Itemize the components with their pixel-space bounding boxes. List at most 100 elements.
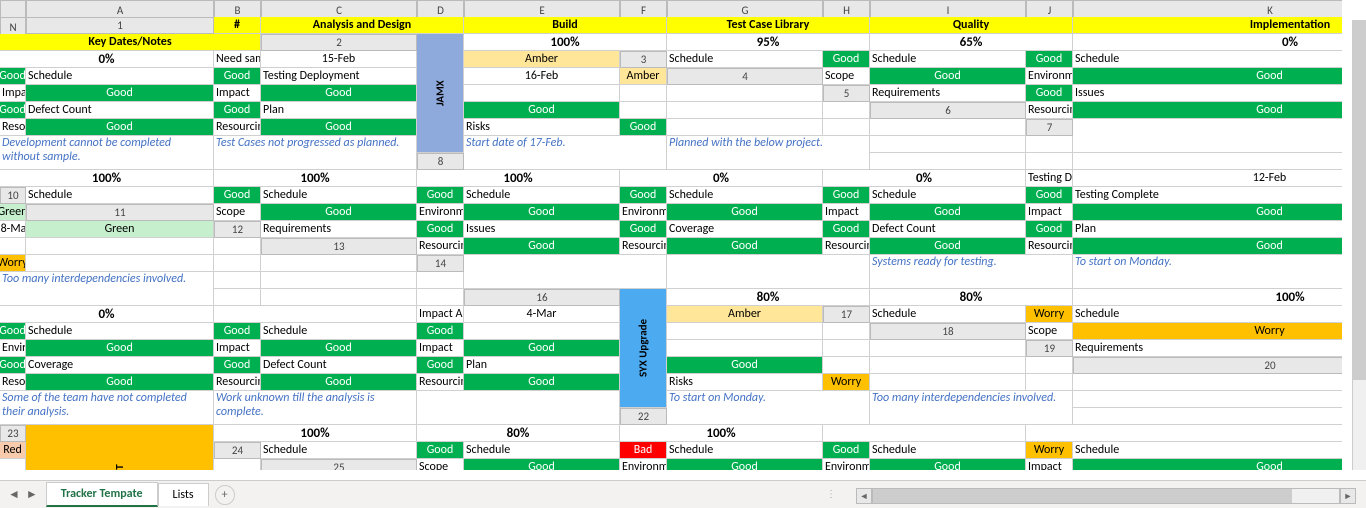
- worksheet-viewport[interactable]: ABCDEFGHIJKLMN1#Analysis and DesignBuild…: [0, 0, 1342, 470]
- row-header[interactable]: 2: [261, 34, 417, 51]
- row-header[interactable]: 7: [1026, 119, 1073, 136]
- metric-label: Impact: [214, 340, 261, 357]
- project-label-Rules XT: Rules XT: [26, 425, 214, 470]
- vertical-scroll-thumb[interactable]: [1353, 20, 1366, 380]
- metric-status: Good: [261, 340, 417, 357]
- empty-cell: [1073, 391, 1342, 408]
- keydate-status: [214, 238, 261, 255]
- metric-label: Schedule: [1073, 306, 1342, 323]
- keydate-status: [1073, 374, 1342, 391]
- horizontal-scroll-track[interactable]: [872, 488, 1340, 504]
- section-note: Systems ready for testing.: [870, 255, 1073, 289]
- row-header[interactable]: 1: [26, 17, 214, 34]
- keydate-date: [667, 323, 823, 340]
- metric-status: Good: [464, 204, 620, 221]
- section-header: Analysis and Design: [261, 17, 464, 34]
- tab-nav-controls[interactable]: ◄ ►: [0, 487, 46, 502]
- empty-cell: [1026, 153, 1073, 170]
- row-header[interactable]: 5: [823, 85, 870, 102]
- metric-label: Plan: [1073, 221, 1342, 238]
- section-note: Too many interdependencies involved.: [870, 391, 1073, 425]
- metric-label: Scope: [1026, 323, 1073, 340]
- metric-label: Requirements: [261, 221, 417, 238]
- row-header[interactable]: 22: [620, 408, 667, 425]
- keydate-status: [667, 85, 823, 102]
- metric-status: Worry: [1073, 323, 1342, 340]
- metric-label: Environment: [823, 459, 870, 470]
- percent-cell: 100%: [620, 425, 823, 442]
- row-header[interactable]: 23: [0, 425, 26, 442]
- metric-label: Resourcing: [417, 374, 464, 391]
- section-header-notes: Key Dates/Notes: [0, 34, 261, 51]
- percent-cell: 0%: [0, 306, 214, 323]
- metric-status: Good: [620, 221, 667, 238]
- row-header[interactable]: 3: [620, 51, 667, 68]
- scroll-left-button[interactable]: ◄: [856, 488, 872, 504]
- section-header: Build: [464, 17, 667, 34]
- metric-label: Impact: [417, 340, 464, 357]
- metric-label: Requirements: [1073, 340, 1342, 357]
- metric-status: Good: [870, 459, 1026, 470]
- metric-status: Good: [0, 323, 26, 340]
- keydate-date: [0, 459, 26, 470]
- scroll-right-button[interactable]: ►: [1340, 488, 1356, 504]
- row-header[interactable]: 4: [667, 68, 823, 85]
- metric-label: Schedule: [667, 442, 823, 459]
- metric-status: Good: [1073, 102, 1342, 119]
- tab-split-handle[interactable]: ⋮: [826, 487, 838, 500]
- vertical-scrollbar[interactable]: [1352, 20, 1366, 470]
- section-note: To start on Monday.: [667, 391, 870, 425]
- row-header[interactable]: 20: [1073, 357, 1342, 374]
- row-header[interactable]: 17: [823, 306, 870, 323]
- horizontal-scroll-thumb[interactable]: [873, 489, 1292, 503]
- metric-label: Plan: [261, 102, 417, 119]
- metric-status: Good: [823, 187, 870, 204]
- metric-status: Good: [464, 459, 620, 470]
- tab-prev-icon[interactable]: ◄: [8, 487, 20, 502]
- keydate-status: [261, 255, 417, 272]
- metric-label: Schedule: [1073, 51, 1342, 68]
- keydate-note: Testing Deployment: [1026, 170, 1073, 187]
- metric-label: Resourcing: [823, 238, 870, 255]
- metric-status: Good: [620, 119, 667, 136]
- keydate-status: [823, 102, 870, 119]
- metric-status: Good: [464, 340, 620, 357]
- keydate-date: 15-Feb: [261, 51, 417, 68]
- row-header[interactable]: 16: [464, 289, 620, 306]
- empty-cell: [214, 272, 261, 289]
- metric-status: Worry: [0, 255, 26, 272]
- row-header[interactable]: 6: [870, 102, 1026, 119]
- horizontal-scrollbar[interactable]: ◄ ►: [856, 488, 1356, 504]
- metric-label: Environment: [1026, 68, 1073, 85]
- row-header[interactable]: 25: [261, 459, 417, 470]
- metric-status: Good: [1026, 51, 1073, 68]
- section-header: Implementation: [1073, 17, 1342, 34]
- metric-status: Good: [26, 119, 214, 136]
- row-header[interactable]: 18: [870, 323, 1026, 340]
- row-header[interactable]: 13: [261, 238, 417, 255]
- row-header[interactable]: 8: [417, 153, 464, 170]
- row-header[interactable]: 12: [214, 221, 261, 238]
- sheet-tab-lists[interactable]: Lists: [158, 483, 209, 506]
- row-header[interactable]: 11: [26, 204, 214, 221]
- metric-label: Defect Count: [26, 102, 214, 119]
- empty-cell: [417, 289, 464, 306]
- section-note: Start date of 17-Feb.: [464, 136, 667, 170]
- row-header[interactable]: 19: [1026, 340, 1073, 357]
- row-header[interactable]: 14: [417, 255, 464, 272]
- metric-status: Good: [417, 357, 464, 374]
- metric-label: Schedule: [261, 442, 417, 459]
- row-header[interactable]: 24: [214, 442, 261, 459]
- keydate-date: [214, 255, 261, 272]
- keydate-status: Amber: [464, 51, 620, 68]
- keydate-date: 16-Feb: [464, 68, 620, 85]
- row-header[interactable]: 10: [0, 187, 26, 204]
- percent-cell: 0%: [1073, 34, 1342, 51]
- section-note: Test Cases not progressed as planned.: [214, 136, 417, 170]
- keydate-date: [823, 340, 870, 357]
- sheet-tab-active[interactable]: Tracker Tempate: [46, 482, 158, 507]
- keydate-note: [464, 85, 620, 102]
- metric-status: Good: [464, 238, 620, 255]
- tab-next-icon[interactable]: ►: [26, 487, 38, 502]
- add-sheet-button[interactable]: +: [215, 485, 235, 505]
